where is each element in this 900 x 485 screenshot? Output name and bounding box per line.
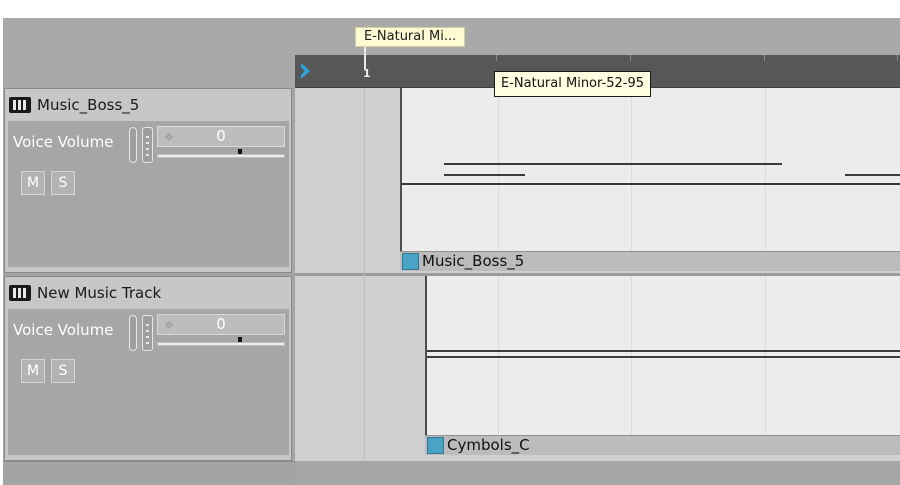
volume-slider[interactable] [157, 154, 285, 158]
volume-spinner[interactable] [129, 315, 137, 351]
volume-stepper[interactable] [142, 127, 153, 163]
beat-line [364, 88, 365, 461]
note-line [712, 164, 778, 165]
volume-spinner[interactable] [129, 127, 137, 163]
music-marker-stem [364, 47, 366, 69]
ruler-tick [496, 55, 497, 61]
track-title-row: New Music Track [9, 284, 161, 302]
play-marker-icon[interactable] [299, 62, 313, 80]
voice-volume-box: Voice Volume ☼ 0 M S [8, 121, 289, 267]
clip-gridline [498, 88, 499, 251]
clip-gridline [631, 88, 632, 251]
solo-button[interactable]: S [51, 359, 75, 383]
volume-slider-thumb[interactable] [238, 149, 242, 154]
note-line [402, 183, 900, 185]
track-header[interactable]: Music_Boss_5 Voice Volume ☼ 0 M S [4, 88, 292, 273]
track-icon [9, 285, 31, 301]
note-line [427, 350, 900, 352]
note-line [444, 174, 525, 176]
note-line [427, 356, 900, 358]
volume-slider-thumb[interactable] [238, 337, 242, 342]
music-marker[interactable]: E-Natural Mi... [355, 27, 466, 47]
volume-field[interactable]: ☼ 0 [157, 314, 285, 335]
mute-button[interactable]: M [21, 171, 45, 195]
timeline-scrollbar[interactable] [295, 461, 900, 485]
ruler-tick [630, 55, 631, 61]
clip-color-swatch [402, 253, 419, 270]
track-icon [9, 97, 31, 113]
note-line [845, 174, 900, 176]
clip-color-swatch [427, 437, 444, 454]
track-header[interactable]: New Music Track Voice Volume ☼ 0 M S [4, 276, 292, 461]
volume-value: 0 [216, 315, 226, 333]
clip-gridline [765, 88, 766, 251]
volume-value: 0 [216, 127, 226, 145]
volume-field[interactable]: ☼ 0 [157, 126, 285, 147]
track-header-top [3, 18, 295, 88]
ruler-tick [897, 55, 898, 61]
music-clip[interactable] [400, 88, 900, 251]
ruler-tick [764, 55, 765, 61]
volume-slider[interactable] [157, 342, 285, 346]
volume-stepper[interactable] [142, 315, 153, 351]
music-clip[interactable] [425, 276, 900, 435]
marker-tooltip: E-Natural Minor-52-95 [494, 71, 651, 97]
clip-label[interactable]: Music_Boss_5 [400, 251, 900, 271]
voice-volume-label: Voice Volume [13, 133, 114, 151]
track-name[interactable]: Music_Boss_5 [37, 96, 139, 114]
clip-name: Cymbols_C [447, 436, 530, 454]
track-header-footer [3, 461, 295, 485]
mute-button[interactable]: M [21, 359, 45, 383]
voice-volume-label: Voice Volume [13, 321, 114, 339]
solo-button[interactable]: S [51, 171, 75, 195]
music-editor: 1 E-Natural Mi... Music_Boss_5 Cymbols_C [0, 0, 900, 485]
track-title-row: Music_Boss_5 [9, 96, 139, 114]
clip-name: Music_Boss_5 [422, 252, 525, 270]
voice-volume-box: Voice Volume ☼ 0 M S [8, 309, 289, 455]
clip-label[interactable]: Cymbols_C [425, 435, 900, 455]
track-name[interactable]: New Music Track [37, 284, 161, 302]
